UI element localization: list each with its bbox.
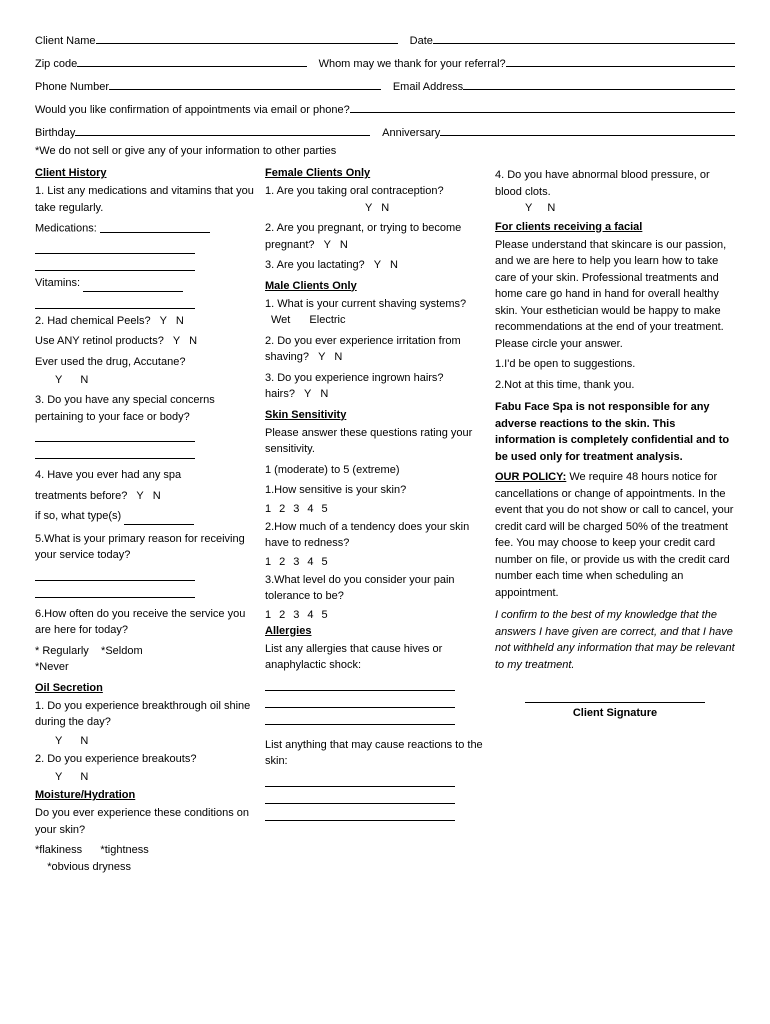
item2c-yn: YN (55, 374, 255, 386)
client-name-label: Client Name (35, 35, 96, 47)
zip-label: Zip code (35, 58, 77, 70)
scale-label: 1 (moderate) to 5 (extreme) (265, 462, 485, 479)
referral-field[interactable] (506, 53, 735, 67)
item6-options: * Regularly *Seldom *Never (35, 643, 255, 676)
male-title: Male Clients Only (265, 280, 485, 292)
item5: 5.What is your primary reason for receiv… (35, 531, 255, 564)
email-label: Email Address (393, 81, 463, 93)
confirm-text: I confirm to the best of my knowledge th… (495, 607, 735, 673)
client-name-field[interactable] (96, 30, 398, 44)
medications-label: Medications: (35, 220, 255, 237)
item4a: 4. Have you ever had any spa (35, 467, 255, 484)
birthday-field[interactable] (75, 122, 370, 136)
allergies-text: List any allergies that cause hives or a… (265, 641, 485, 674)
item3-field-2[interactable] (35, 446, 195, 459)
item5-field-2[interactable] (35, 585, 195, 598)
item3-field-1[interactable] (35, 429, 195, 442)
item4b: treatments before? Y N (35, 488, 255, 505)
scale-q1: 12345 (265, 503, 485, 515)
zip-field[interactable] (77, 53, 306, 67)
oil1-yn: YN (55, 735, 255, 747)
m2: 2. Do you ever experience irritation fro… (265, 333, 485, 366)
item2a: 2. Had chemical Peels? Y N (35, 313, 255, 330)
policy-section: OUR POLICY: We require 48 hours notice f… (495, 469, 735, 601)
oil-title: Oil Secretion (35, 682, 255, 694)
medications-field-2[interactable] (35, 258, 195, 271)
reaction-field-1[interactable] (265, 774, 455, 787)
m3: 3. Do you experience ingrown hairs? hair… (265, 370, 485, 403)
header-section: Client Name Date Zip code Whom may we th… (35, 30, 735, 157)
phone-field[interactable] (109, 76, 381, 90)
birthday-label: Birthday (35, 127, 75, 139)
skin-conditions: *flakiness *tightness *obvious dryness (35, 842, 255, 875)
item6: 6.How often do you receive the service y… (35, 606, 255, 639)
confirmation-label: Would you like confirmation of appointme… (35, 104, 350, 116)
left-column: Client History 1. List any medications a… (35, 167, 265, 879)
f2: 2. Are you pregnant, or trying to become… (265, 220, 485, 253)
item4c: if so, what type(s) (35, 508, 255, 525)
mid-column: Female Clients Only 1. Are you taking or… (265, 167, 495, 879)
birthday-row: Birthday Anniversary (35, 122, 735, 139)
facial-q1: 1.I'd be open to suggestions. (495, 356, 735, 373)
privacy-note: *We do not sell or give any of your info… (35, 145, 735, 157)
zip-row: Zip code Whom may we thank for your refe… (35, 53, 735, 70)
allergy-field-1[interactable] (265, 678, 455, 691)
item5-field-1[interactable] (35, 568, 195, 581)
moisture-text: Do you ever experience these conditions … (35, 805, 255, 838)
sig-field[interactable] (525, 683, 705, 703)
not-responsible: Fabu Face Spa is not responsible for any… (495, 399, 735, 465)
oil2: 2. Do you experience breakouts? (35, 751, 255, 768)
item2c: Ever used the drug, Accutane? (35, 354, 255, 371)
facial-p1: Please understand that skincare is our p… (495, 237, 735, 353)
skin-q3: 3.What level do you consider your pain t… (265, 572, 485, 605)
email-field[interactable] (463, 76, 735, 90)
female-title: Female Clients Only (265, 167, 485, 179)
phone-row: Phone Number Email Address (35, 76, 735, 93)
scale-q3: 12345 (265, 609, 485, 621)
facial-title: For clients receiving a facial (495, 221, 735, 233)
medications-field-1[interactable] (35, 241, 195, 254)
date-label: Date (410, 35, 433, 47)
item4-text: 4. Do you have abnormal blood pressure, … (495, 167, 735, 217)
confirmation-row: Would you like confirmation of appointme… (35, 99, 735, 116)
scale-q2: 12345 (265, 556, 485, 568)
right-column: 4. Do you have abnormal blood pressure, … (495, 167, 735, 879)
skin-title: Skin Sensitivity (265, 409, 485, 421)
allergy-field-2[interactable] (265, 695, 455, 708)
reactions-label: List anything that may cause reactions t… (265, 737, 485, 770)
f1: 1. Are you taking oral contraception? Y … (265, 183, 485, 216)
vitamins-field[interactable] (35, 296, 195, 309)
facial-q2: 2.Not at this time, thank you. (495, 377, 735, 394)
date-field[interactable] (433, 30, 735, 44)
item2b: Use ANY retinol products? Y N (35, 333, 255, 350)
sig-label: Client Signature (573, 705, 657, 722)
reaction-field-3[interactable] (265, 808, 455, 821)
skin-q1: 1.How sensitive is your skin? (265, 482, 485, 499)
client-name-row: Client Name Date (35, 30, 735, 47)
oil1: 1. Do you experience breakthrough oil sh… (35, 698, 255, 731)
main-content: Client History 1. List any medications a… (35, 167, 735, 879)
phone-label: Phone Number (35, 81, 109, 93)
skin-intro: Please answer these questions rating you… (265, 425, 485, 458)
vitamins-label: Vitamins: (35, 275, 255, 292)
anniversary-label: Anniversary (382, 127, 440, 139)
reaction-field-2[interactable] (265, 791, 455, 804)
allergies-title: Allergies (265, 625, 485, 637)
confirmation-field[interactable] (350, 99, 735, 113)
item1-text: 1. List any medications and vitamins tha… (35, 183, 255, 216)
signature-section: Client Signature (495, 683, 735, 726)
client-history-title: Client History (35, 167, 255, 179)
m1: 1. What is your current shaving systems?… (265, 296, 485, 329)
anniversary-field[interactable] (440, 122, 735, 136)
oil2-yn: YN (55, 771, 255, 783)
moisture-title: Moisture/Hydration (35, 789, 255, 801)
f3: 3. Are you lactating? Y N (265, 257, 485, 274)
skin-q2: 2.How much of a tendency does your skin … (265, 519, 485, 552)
item3: 3. Do you have any special concerns pert… (35, 392, 255, 425)
referral-label: Whom may we thank for your referral? (319, 58, 506, 70)
allergy-field-3[interactable] (265, 712, 455, 725)
